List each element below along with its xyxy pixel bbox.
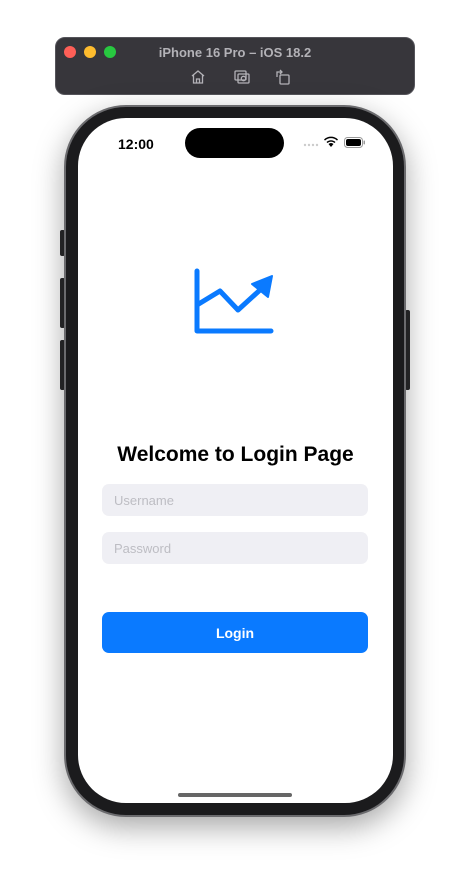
phone-screen: 12:00 Welcome to Login Page Login [78,118,393,803]
status-time: 12:00 [118,136,154,152]
username-input[interactable] [102,484,368,516]
battery-icon [344,137,365,148]
rotate-icon[interactable] [274,68,292,86]
chart-line-uptrend-icon [194,268,274,334]
login-button[interactable]: Login [102,612,368,653]
page-title: Welcome to Login Page [117,443,354,466]
window-title: iPhone 16 Pro – iOS 18.2 [158,45,312,60]
screenshot-icon[interactable] [233,68,251,86]
password-input[interactable] [102,532,368,564]
home-indicator[interactable] [178,793,292,797]
simulator-titlebar: iPhone 16 Pro – iOS 18.2 [55,37,415,95]
home-icon[interactable] [189,68,207,86]
dynamic-island [185,128,284,158]
cellular-signal-icon [303,143,319,147]
wifi-icon [324,136,338,147]
